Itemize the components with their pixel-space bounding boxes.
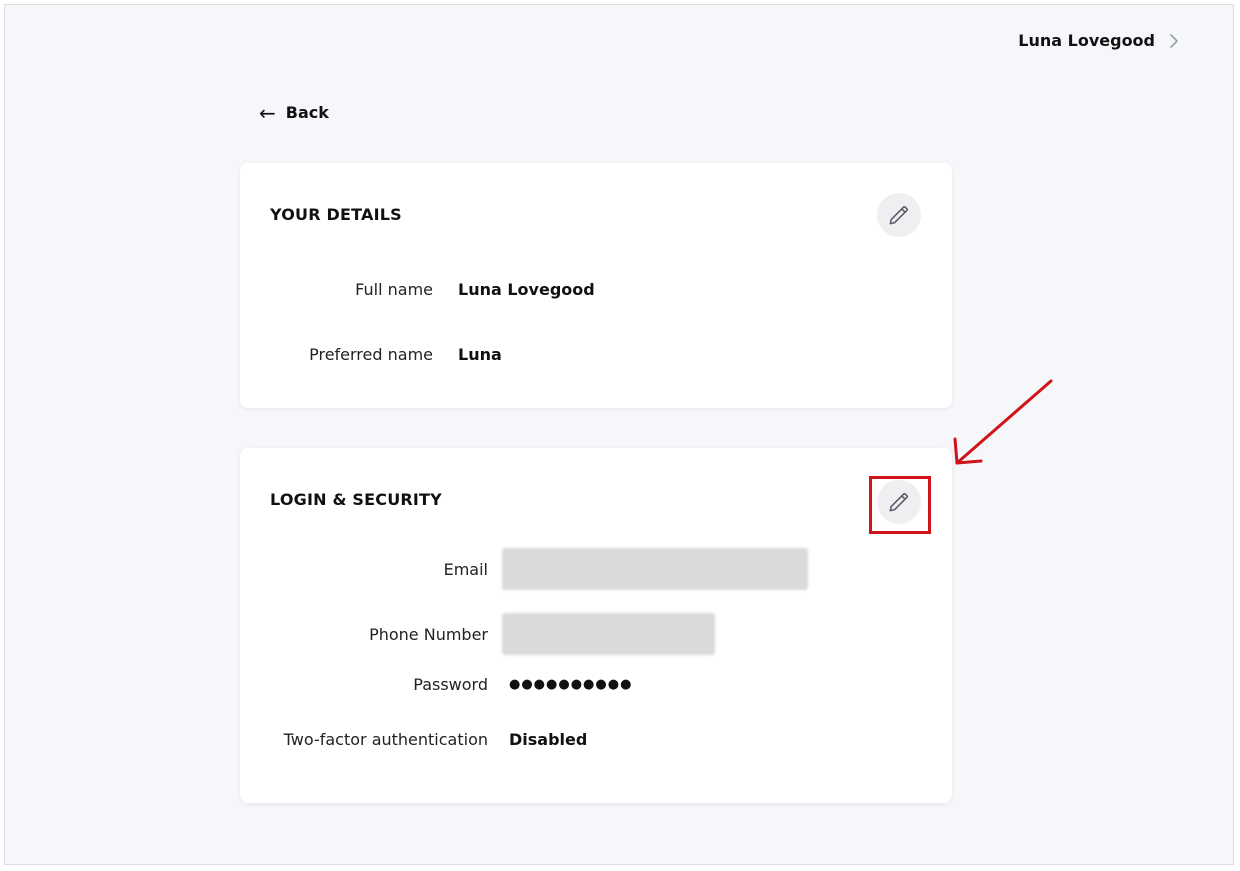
phone-row: Phone Number xyxy=(240,613,715,655)
email-row: Email xyxy=(240,548,808,590)
preferred-name-value: Luna xyxy=(458,345,502,364)
back-link[interactable]: ← Back xyxy=(259,101,329,125)
full-name-row: Full name Luna Lovegood xyxy=(240,280,595,299)
arrow-left-icon: ← xyxy=(259,101,276,125)
login-security-card: LOGIN & SECURITY Email Phone Number Pass… xyxy=(240,448,952,803)
full-name-label: Full name xyxy=(355,280,433,299)
phone-value-redacted xyxy=(502,613,715,655)
phone-label: Phone Number xyxy=(369,624,488,644)
two-factor-row: Two-factor authentication Disabled xyxy=(240,730,588,749)
pencil-icon xyxy=(886,202,912,228)
two-factor-value: Disabled xyxy=(509,730,588,749)
annotation-arrow-icon xyxy=(953,379,1053,465)
user-menu[interactable]: Luna Lovegood xyxy=(1018,31,1181,50)
email-label: Email xyxy=(443,559,488,579)
user-name: Luna Lovegood xyxy=(1018,31,1155,50)
full-name-value: Luna Lovegood xyxy=(458,280,595,299)
app-window: Luna Lovegood ← Back YOUR DETAILS Full n… xyxy=(4,4,1234,865)
edit-details-button[interactable] xyxy=(877,193,921,237)
two-factor-label: Two-factor authentication xyxy=(283,730,488,749)
chevron-right-icon xyxy=(1167,33,1181,48)
edit-login-security-button[interactable] xyxy=(877,480,921,524)
password-row: Password ●●●●●●●●●● xyxy=(240,675,632,694)
preferred-name-row: Preferred name Luna xyxy=(240,345,502,364)
preferred-name-label: Preferred name xyxy=(309,345,433,364)
password-label: Password xyxy=(413,675,488,694)
login-security-title: LOGIN & SECURITY xyxy=(270,490,442,509)
back-label: Back xyxy=(285,102,329,122)
password-value: ●●●●●●●●●● xyxy=(509,677,633,692)
your-details-title: YOUR DETAILS xyxy=(270,205,402,224)
your-details-card: YOUR DETAILS Full name Luna Lovegood Pre… xyxy=(240,163,952,408)
email-value-redacted xyxy=(502,548,808,590)
pencil-icon xyxy=(886,489,912,515)
